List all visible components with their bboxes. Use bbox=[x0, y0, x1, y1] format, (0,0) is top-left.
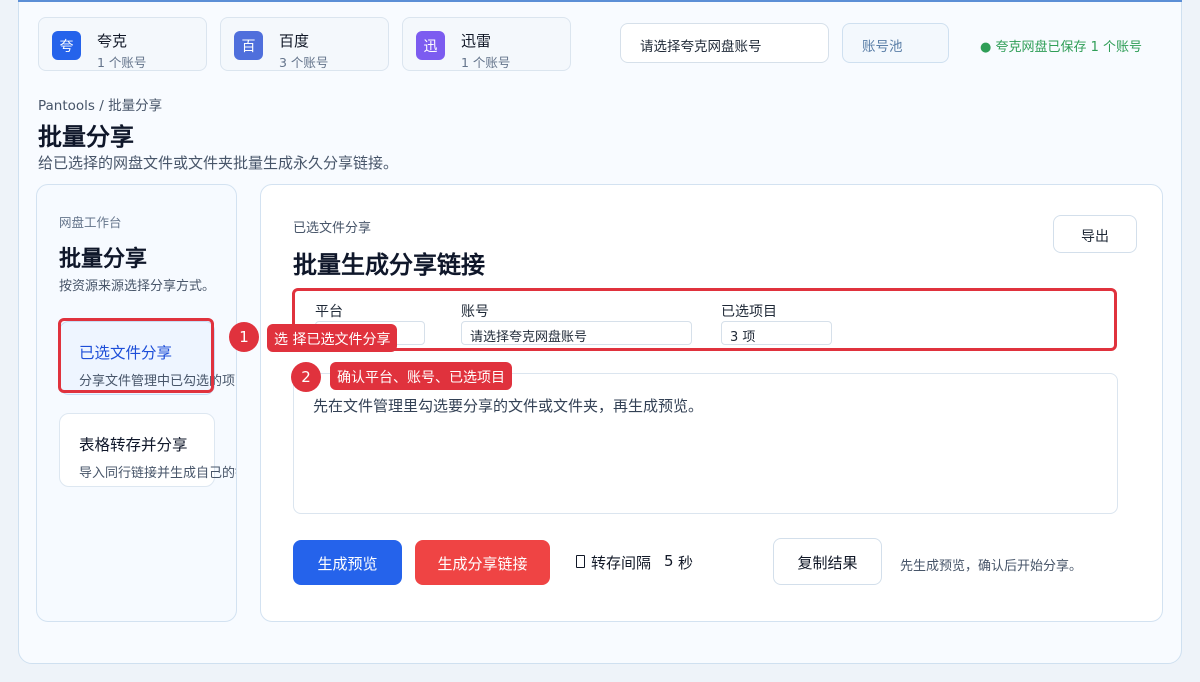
sidebar-description: 按资源来源选择分享方式。 bbox=[59, 279, 216, 294]
interval-checkbox[interactable] bbox=[576, 555, 585, 568]
result-textarea[interactable]: 先在文件管理里勾选要分享的文件或文件夹，再生成预览。 bbox=[293, 373, 1118, 514]
platform-account-count: 1 个账号 bbox=[97, 55, 147, 70]
generate-preview-button[interactable]: 生成预览 bbox=[293, 540, 402, 585]
page-title: 批量分享 bbox=[38, 123, 134, 151]
breadcrumb: Pantools / 批量分享 bbox=[38, 98, 163, 114]
platform-account-count: 1 个账号 bbox=[461, 55, 511, 70]
step-2-marker: 2 bbox=[291, 362, 321, 392]
account-pool-button[interactable]: 账号池 bbox=[842, 23, 949, 63]
quark-icon: 夸 bbox=[52, 31, 81, 60]
main-panel: 已选文件分享 批量生成分享链接 导出 平台 账号 请选择夸克网盘账号 已选项目 … bbox=[260, 184, 1163, 622]
main-eyebrow: 已选文件分享 bbox=[293, 221, 372, 236]
platform-account-count: 3 个账号 bbox=[279, 55, 329, 70]
account-select[interactable]: 请选择夸克网盘账号 bbox=[620, 23, 829, 63]
mode-description: 导入同行链接并生成自己的链接 bbox=[79, 466, 236, 481]
top-accent-line bbox=[18, 0, 1182, 2]
platform-name: 夸克 bbox=[97, 32, 128, 50]
platform-tab-baidu[interactable]: 百 百度 3 个账号 bbox=[220, 17, 389, 71]
highlight-fields-row bbox=[292, 288, 1117, 351]
interval-label: 转存间隔 bbox=[591, 554, 652, 572]
generate-share-links-button[interactable]: 生成分享链接 bbox=[415, 540, 550, 585]
interval-unit: 秒 bbox=[678, 554, 694, 572]
baidu-icon: 百 bbox=[234, 31, 263, 60]
mode-title: 表格转存并分享 bbox=[79, 436, 188, 454]
result-placeholder: 先在文件管理里勾选要分享的文件或文件夹，再生成预览。 bbox=[313, 397, 704, 415]
step-2-tag: 确认平台、账号、已选项目 bbox=[330, 362, 512, 390]
highlight-mode-card bbox=[58, 318, 214, 393]
platform-tab-xunlei[interactable]: 迅 迅雷 1 个账号 bbox=[402, 17, 571, 71]
interval-value[interactable]: 5 bbox=[664, 552, 674, 570]
export-button[interactable]: 导出 bbox=[1053, 215, 1137, 253]
main-title: 批量生成分享链接 bbox=[293, 251, 485, 279]
saved-status: ● 夸克网盘已保存 1 个账号 bbox=[980, 40, 1143, 55]
platform-tab-quark[interactable]: 夸 夸克 1 个账号 bbox=[38, 17, 207, 71]
page-description: 给已选择的网盘文件或文件夹批量生成永久分享链接。 bbox=[38, 154, 399, 172]
platform-name: 百度 bbox=[279, 32, 310, 50]
sidebar-eyebrow: 网盘工作台 bbox=[59, 215, 122, 230]
copy-results-button[interactable]: 复制结果 bbox=[773, 538, 882, 585]
step-1-marker: 1 bbox=[229, 322, 259, 352]
mode-sheet-transfer-share[interactable]: 表格转存并分享 导入同行链接并生成自己的链接 bbox=[59, 413, 236, 487]
xunlei-icon: 迅 bbox=[416, 31, 445, 60]
sidebar-panel: 网盘工作台 批量分享 按资源来源选择分享方式。 已选文件分享 分享文件管理中已勾… bbox=[36, 184, 237, 622]
action-hint: 先生成预览，确认后开始分享。 bbox=[900, 559, 1083, 574]
sidebar-title: 批量分享 bbox=[59, 247, 148, 272]
step-1-tag: 选 择已选文件分享 bbox=[267, 324, 398, 352]
platform-name: 迅雷 bbox=[461, 32, 492, 50]
